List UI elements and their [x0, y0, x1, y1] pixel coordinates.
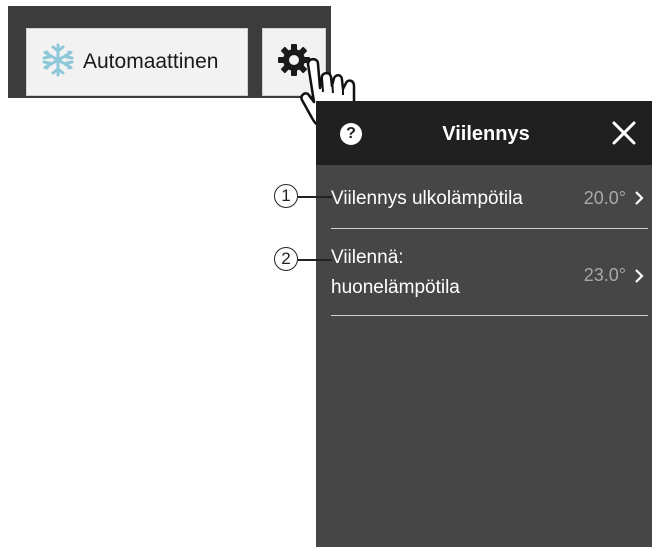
callout-marker: 2 — [274, 247, 298, 271]
setting-row-label: Viilennä: huonelämpötila — [331, 243, 511, 303]
callout-line — [298, 196, 332, 198]
screen: Automaattinen ? Viilennys Viilennys ulko… — [0, 0, 652, 547]
mode-label: Automaattinen — [83, 50, 219, 73]
mode-button[interactable]: Automaattinen — [26, 28, 248, 96]
callout-marker: 1 — [274, 184, 298, 208]
close-icon[interactable] — [608, 117, 640, 149]
chevron-right-icon — [632, 191, 646, 205]
snowflake-icon — [41, 43, 75, 82]
setting-row-value: 20.0° — [583, 188, 626, 208]
callout-line — [298, 259, 332, 261]
setting-row-outdoor-temp[interactable]: Viilennys ulkolämpötila 20.0° — [331, 176, 648, 229]
setting-row-label: Viilennys ulkolämpötila — [331, 188, 523, 209]
setting-row-label-line1: Viilennä: — [331, 247, 404, 268]
chevron-right-icon — [632, 269, 646, 283]
setting-row-room-temp[interactable]: Viilennä: huonelämpötila 23.0° — [331, 241, 648, 316]
help-icon[interactable]: ? — [340, 123, 362, 145]
top-toolbar: Automaattinen — [8, 6, 331, 98]
setting-row-label-line2: huonelämpötila — [331, 277, 460, 298]
panel-header: ? Viilennys — [316, 101, 652, 165]
cooling-settings-panel: ? Viilennys Viilennys ulkolämpötila 20.0… — [316, 101, 652, 547]
setting-row-value: 23.0° — [583, 265, 626, 285]
panel-title: Viilennys — [442, 123, 530, 145]
